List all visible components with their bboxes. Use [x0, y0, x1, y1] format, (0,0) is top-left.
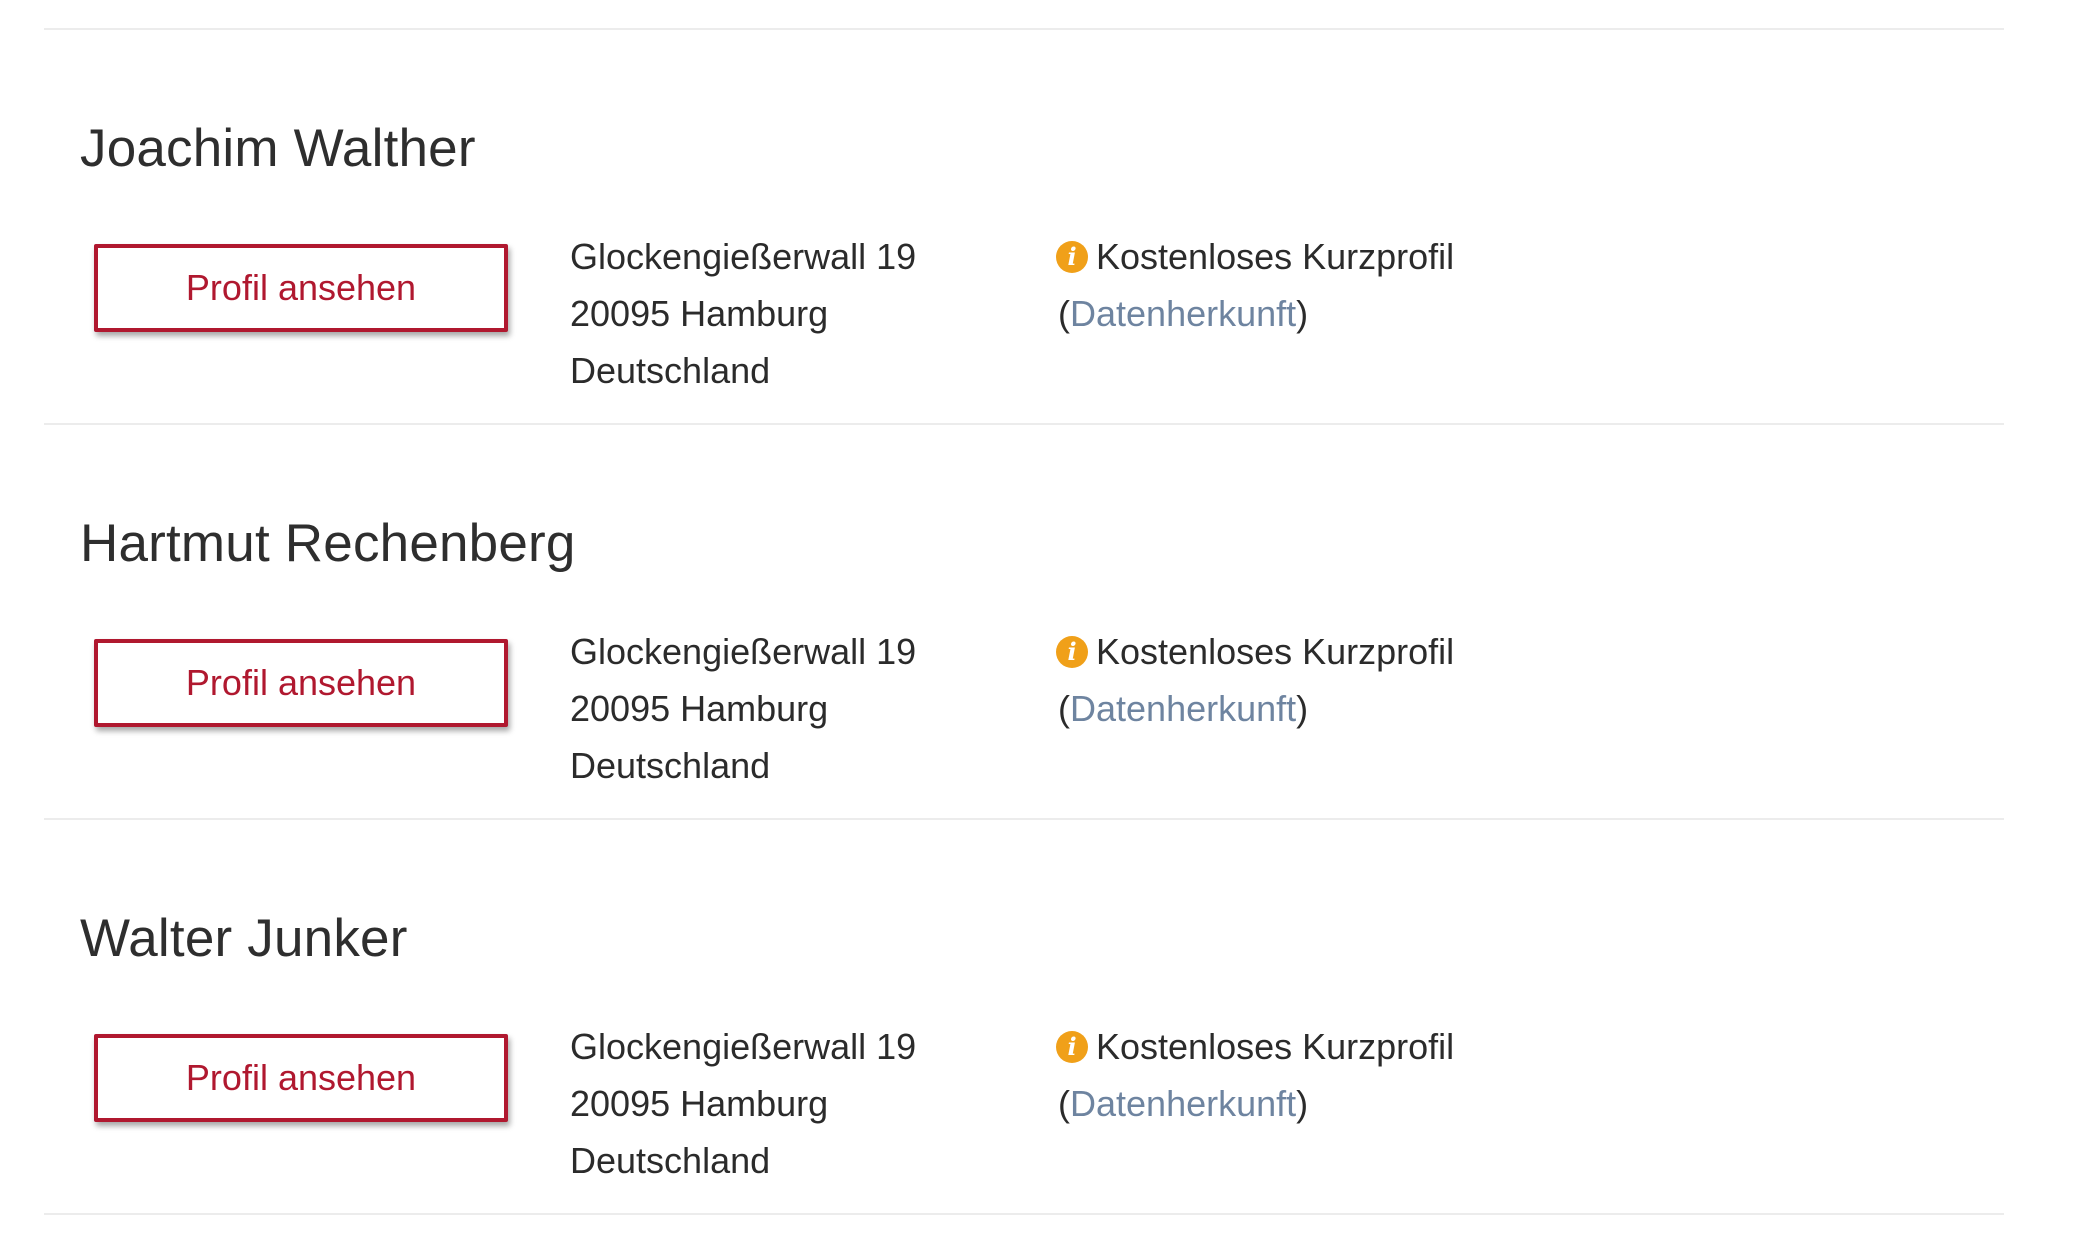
address-country: Deutschland	[570, 1140, 771, 1181]
person-name: Walter Junker	[80, 909, 408, 968]
data-source: (Datenherkunft)	[1058, 285, 1454, 342]
view-profile-button[interactable]: Profil ansehen	[94, 1034, 508, 1122]
free-profile-label: Kostenloses Kurzprofil	[1096, 631, 1455, 672]
paren-close: )	[1296, 688, 1309, 729]
address-block: Glockengießerwall 19 20095 Hamburg Deuts…	[570, 1018, 916, 1189]
free-profile-label: Kostenloses Kurzprofil	[1096, 1026, 1455, 1067]
address-city: 20095 Hamburg	[570, 1083, 829, 1124]
paren-open: (	[1058, 293, 1070, 334]
person-name: Joachim Walther	[80, 119, 476, 178]
list-item: Joachim Walther Profil ansehen Glockengi…	[44, 30, 2004, 423]
view-profile-button[interactable]: Profil ansehen	[94, 244, 508, 332]
paren-open: (	[1058, 1083, 1070, 1124]
info-circle-icon: i	[1056, 1030, 1088, 1063]
address-street: Glockengießerwall 19	[570, 1026, 917, 1067]
free-profile-label: Kostenloses Kurzprofil	[1096, 236, 1455, 277]
data-source: (Datenherkunft)	[1058, 1075, 1454, 1132]
address-city: 20095 Hamburg	[570, 688, 829, 729]
profile-info: i Kostenloses Kurzprofil (Datenherkunft)	[1056, 623, 1454, 737]
address-country: Deutschland	[570, 350, 771, 391]
data-source-link[interactable]: Datenherkunft	[1070, 688, 1296, 729]
address-street: Glockengießerwall 19	[570, 631, 917, 672]
data-source: (Datenherkunft)	[1058, 680, 1454, 737]
paren-close: )	[1296, 293, 1309, 334]
address-block: Glockengießerwall 19 20095 Hamburg Deuts…	[570, 623, 916, 794]
info-circle-icon: i	[1056, 240, 1088, 273]
data-source-link[interactable]: Datenherkunft	[1070, 1083, 1296, 1124]
profile-info: i Kostenloses Kurzprofil (Datenherkunft)	[1056, 1018, 1454, 1132]
list-item: Walter Junker Profil ansehen Glockengieß…	[44, 820, 2004, 1213]
info-circle-icon: i	[1056, 635, 1088, 668]
paren-open: (	[1058, 688, 1070, 729]
address-country: Deutschland	[570, 745, 771, 786]
profile-info: i Kostenloses Kurzprofil (Datenherkunft)	[1056, 228, 1454, 342]
address-block: Glockengießerwall 19 20095 Hamburg Deuts…	[570, 228, 916, 399]
divider	[44, 1213, 2004, 1215]
address-street: Glockengießerwall 19	[570, 236, 917, 277]
view-profile-button[interactable]: Profil ansehen	[94, 639, 508, 727]
address-city: 20095 Hamburg	[570, 293, 829, 334]
list-item: Hartmut Rechenberg Profil ansehen Glocke…	[44, 425, 2004, 818]
paren-close: )	[1296, 1083, 1309, 1124]
person-name: Hartmut Rechenberg	[80, 514, 576, 573]
data-source-link[interactable]: Datenherkunft	[1070, 293, 1296, 334]
person-result-list: Joachim Walther Profil ansehen Glockengi…	[44, 28, 2004, 1215]
